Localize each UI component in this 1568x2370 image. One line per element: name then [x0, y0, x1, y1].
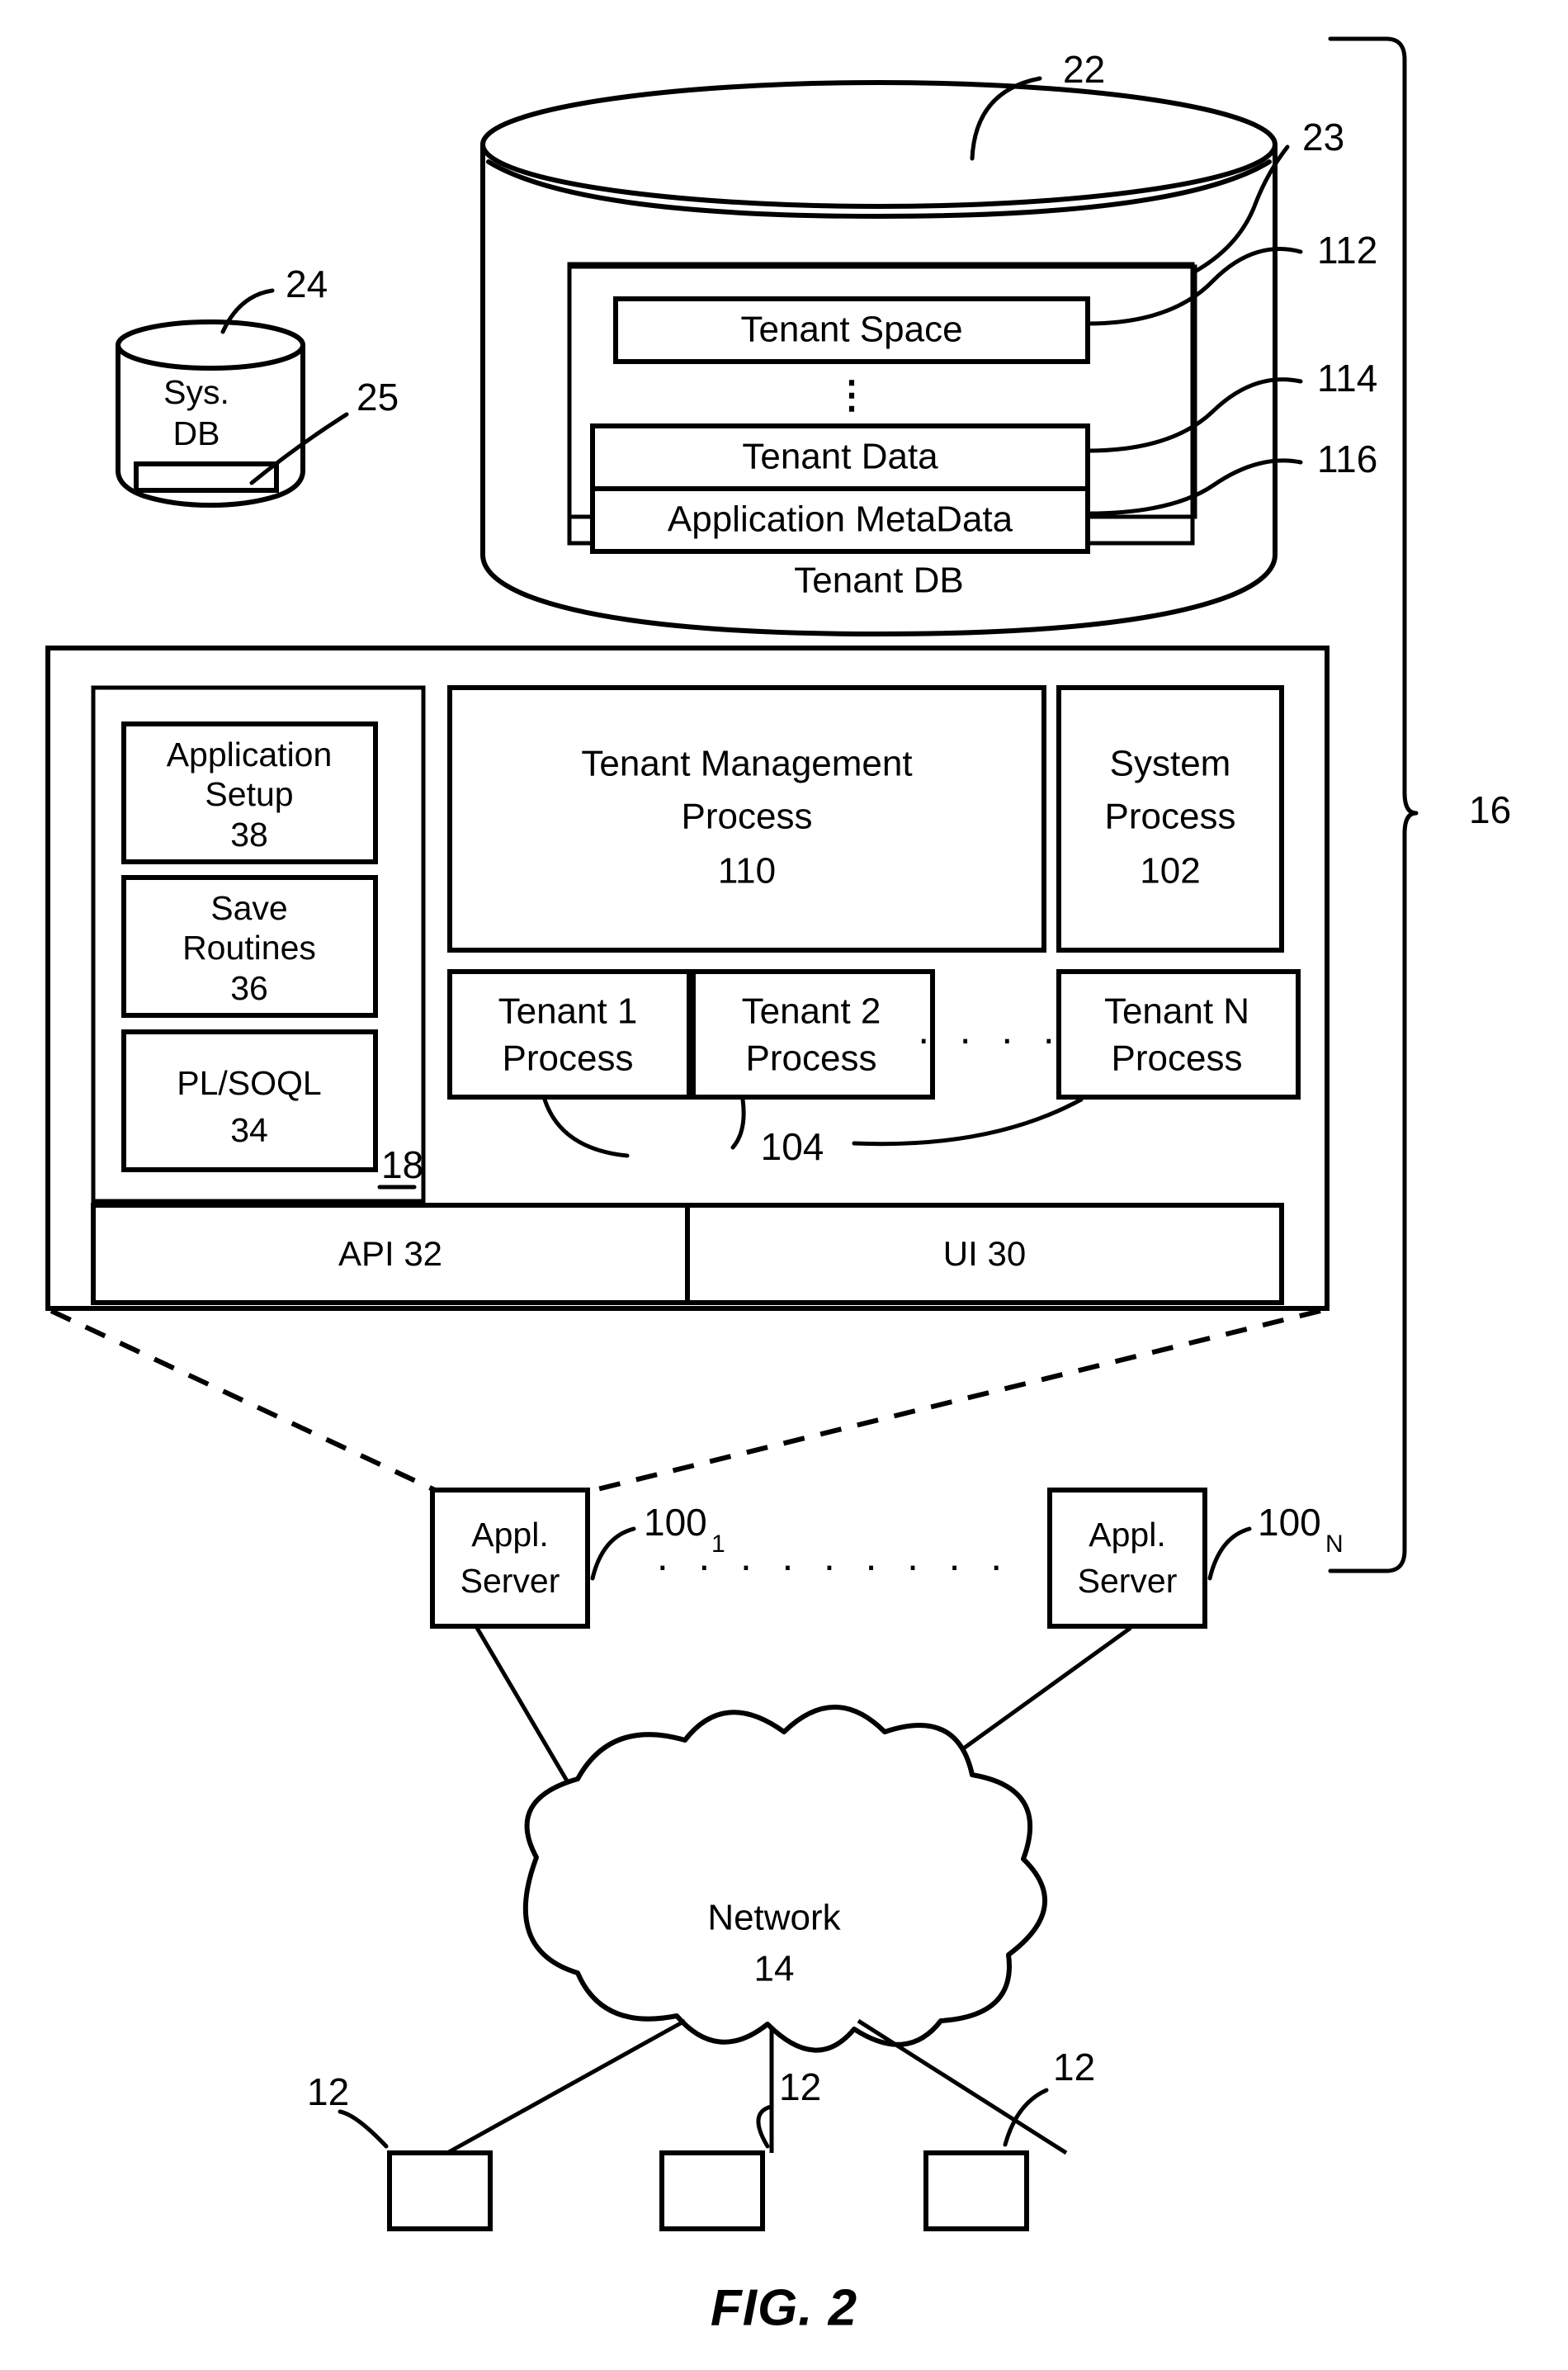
link-network-user3	[857, 2018, 1068, 2155]
app-server-1-line2: Server	[460, 1562, 560, 1600]
application-setup-line2: Setup	[205, 775, 293, 813]
tenant-management-line1: Tenant Management	[581, 744, 912, 784]
tenant-db-vertical-ellipsis: ⋮	[833, 373, 871, 416]
sys-db-label-line1: Sys.	[163, 373, 229, 411]
plsoql-ref: 34	[230, 1111, 268, 1149]
leader-12-a	[338, 2109, 389, 2149]
leader-12-b	[756, 2104, 773, 2149]
save-routines-line1: Save	[210, 889, 287, 927]
figure-caption: FIG. 2	[711, 2279, 857, 2336]
system-process-ref: 102	[1140, 851, 1200, 892]
link-network-user1	[446, 2018, 687, 2155]
ref-23: 23	[1302, 116, 1344, 158]
tenant-1-line2: Process	[503, 1038, 634, 1079]
ref-24: 24	[286, 263, 328, 305]
plsoql-line1: PL/SOQL	[177, 1064, 321, 1102]
save-routines-ref: 36	[230, 969, 268, 1007]
network-label-line2: 14	[754, 1949, 795, 1989]
ref-100-n: 100	[1258, 1501, 1321, 1544]
app-server-1-box	[430, 1488, 590, 1629]
tenant-n-line1: Tenant N	[1104, 991, 1249, 1032]
ref-22: 22	[1063, 48, 1105, 91]
leader-100-1	[590, 1526, 636, 1581]
tenant-1-line1: Tenant 1	[498, 991, 638, 1032]
tenant-n-line2: Process	[1112, 1038, 1243, 1079]
api-label: API 32	[338, 1234, 442, 1273]
application-metadata-label: Application MetaData	[668, 499, 1013, 540]
app-server-n-box	[1047, 1488, 1207, 1629]
app-server-1-line1: Appl.	[471, 1516, 548, 1554]
user-system-3	[923, 2150, 1029, 2231]
ref-12-c: 12	[1053, 2046, 1095, 2089]
tenant-db-caption: Tenant DB	[794, 561, 963, 601]
application-setup-line1: Application	[167, 736, 333, 773]
tenant-management-line2: Process	[682, 797, 813, 837]
ui-label: UI 30	[943, 1234, 1026, 1273]
tenant-2-line1: Tenant 2	[742, 991, 881, 1032]
ref-112: 112	[1317, 229, 1377, 272]
application-setup-ref: 38	[230, 816, 268, 854]
tenant-data-label: Tenant Data	[742, 437, 938, 477]
ref-25: 25	[357, 376, 399, 419]
ref-12-b: 12	[779, 2065, 821, 2108]
system-process-line2: Process	[1105, 797, 1236, 837]
ref-104: 104	[761, 1125, 824, 1168]
patent-figure-2: 16 22 23 Tenant Space 112 ⋮ Tenant Data …	[0, 0, 1568, 2370]
ref-100-n-subscript: N	[1325, 1530, 1344, 1558]
ref-12-a: 12	[307, 2070, 349, 2113]
app-server-n-line2: Server	[1078, 1562, 1178, 1600]
app-servers-ellipsis: · · · · · · · · ·	[656, 1542, 1012, 1588]
sys-db-slot	[134, 461, 279, 493]
sys-db-label-line2: DB	[173, 414, 220, 452]
user-system-2	[659, 2150, 765, 2231]
tenant-management-ref: 110	[718, 851, 776, 892]
network-label-line1: Network	[707, 1898, 841, 1938]
leader-100-n	[1207, 1526, 1252, 1581]
projection-line-right	[593, 1308, 1321, 1492]
ref-114: 114	[1317, 357, 1377, 400]
projection-line-left	[50, 1308, 437, 1492]
ref-116: 116	[1317, 438, 1377, 480]
network-cloud	[522, 1705, 1047, 2053]
ref-100-1: 100	[644, 1501, 707, 1544]
figure-canvas: 16 22 23 Tenant Space 112 ⋮ Tenant Data …	[45, 36, 1511, 2336]
tenant-processes-ellipsis: · · · ·	[917, 1015, 1064, 1062]
app-server-n-line1: Appl.	[1089, 1516, 1165, 1554]
tenant-space-label: Tenant Space	[740, 310, 962, 350]
user-system-1	[387, 2150, 493, 2231]
system-process-line1: System	[1110, 744, 1231, 784]
save-routines-line2: Routines	[182, 929, 316, 967]
ref-18: 18	[381, 1143, 423, 1186]
ref-16: 16	[1469, 788, 1511, 831]
tenant-2-line2: Process	[746, 1038, 877, 1079]
